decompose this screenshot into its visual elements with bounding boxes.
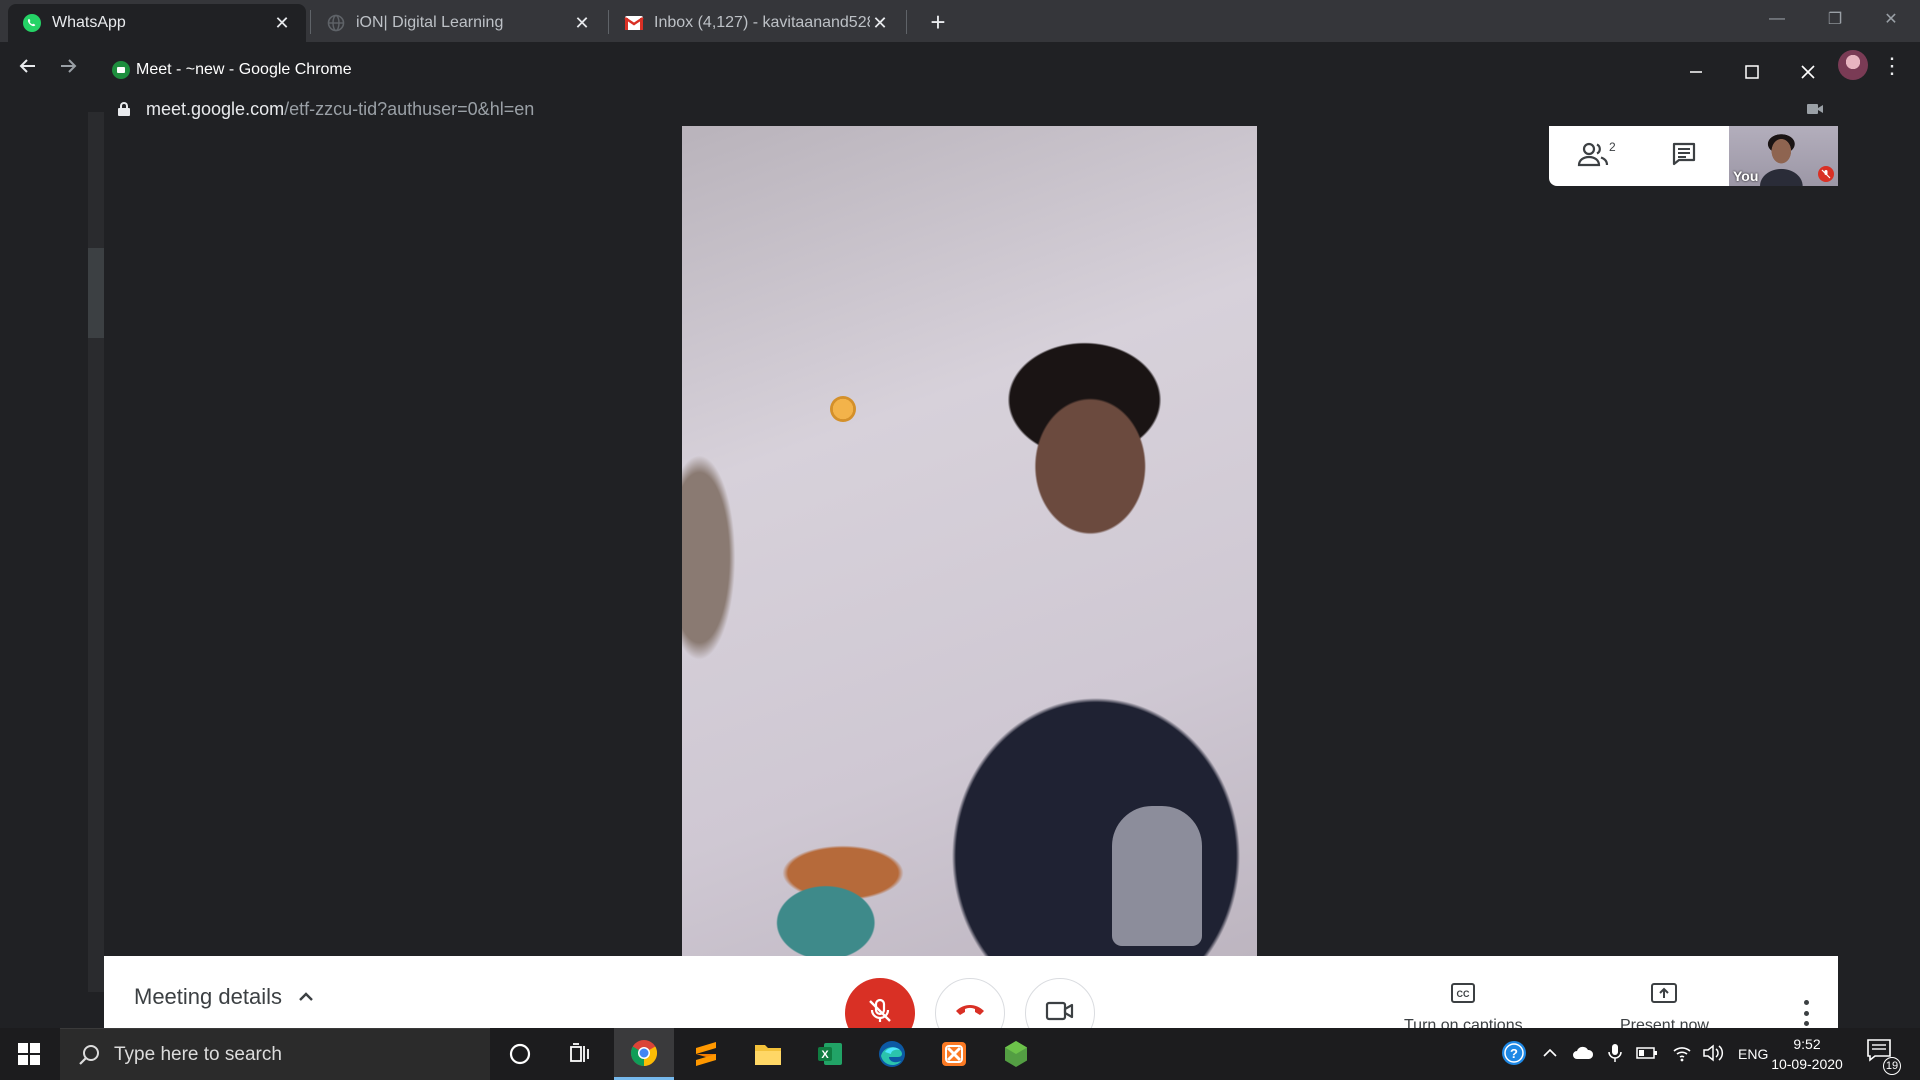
back-arrow-icon[interactable] [12, 50, 44, 82]
browser-menu-icon[interactable]: ⋮ [1880, 50, 1904, 82]
wall-sticker [830, 396, 856, 422]
edge-icon[interactable] [862, 1028, 922, 1080]
file-explorer-icon[interactable] [738, 1028, 798, 1080]
search-icon [78, 1043, 102, 1067]
phone-hangup-icon [954, 1001, 986, 1026]
address-bar[interactable]: meet.google.com/etf-zzcu-tid?authuser=0&… [104, 94, 1838, 126]
windows-start-icon[interactable] [0, 1028, 58, 1080]
restore-icon[interactable]: ❐ [1806, 0, 1864, 38]
svg-text:X: X [821, 1049, 829, 1061]
show-hidden-icons-chevron-icon[interactable] [1542, 1046, 1558, 1062]
participant-video [682, 126, 1257, 956]
popup-titlebar: Meet - ~new - Google Chrome [104, 48, 1838, 94]
browser-tab-strip: WhatsApp ✕ iON| Digital Learning ✕ Inbox… [0, 0, 1920, 42]
tab-title: Inbox (4,127) - kavitaanand528@ [654, 14, 870, 31]
svg-text:CC: CC [1457, 989, 1470, 999]
cloud-icon[interactable] [1572, 1045, 1594, 1064]
meeting-stage: 2 You [104, 126, 1838, 956]
people-button[interactable]: 2 [1549, 126, 1639, 186]
background-page-block [88, 248, 104, 338]
meeting-details-button[interactable]: Meeting details [134, 984, 316, 1010]
cortana-icon[interactable] [490, 1028, 550, 1080]
closed-captions-icon: CC [1450, 982, 1476, 1009]
search-placeholder: Type here to search [114, 1043, 282, 1065]
close-tab-icon[interactable]: ✕ [572, 13, 592, 33]
close-tab-icon[interactable]: ✕ [870, 13, 890, 33]
new-tab-button[interactable]: + [922, 6, 954, 38]
minimize-icon[interactable]: — [1748, 0, 1806, 38]
battery-icon[interactable] [1636, 1046, 1658, 1063]
xampp-icon[interactable] [924, 1028, 984, 1080]
whatsapp-icon [22, 13, 42, 33]
meeting-details-label: Meeting details [134, 984, 282, 1009]
shirt-print [1112, 806, 1202, 946]
task-view-icon[interactable] [550, 1028, 610, 1080]
clock-time: 9:52 [1793, 1036, 1821, 1052]
tab-separator [906, 10, 907, 34]
meet-popup-window: Meet - ~new - Google Chrome meet.google.… [104, 48, 1838, 1048]
google-meet-icon [112, 61, 130, 79]
taskbar-clock[interactable]: 9:52 10-09-2020 [1770, 1034, 1844, 1074]
help-icon[interactable]: ? [1500, 1039, 1528, 1070]
meeting-controls-bar: Meeting details CC Turn on captions Pres… [104, 956, 1838, 1048]
taskbar-search-box[interactable]: Type here to search [60, 1028, 490, 1080]
tab-separator [310, 10, 311, 34]
clock-date: 10-09-2020 [1771, 1056, 1843, 1072]
tab-whatsapp[interactable]: WhatsApp ✕ [8, 4, 306, 42]
tab-gmail-inbox[interactable]: Inbox (4,127) - kavitaanand528@ ✕ [610, 4, 904, 42]
microphone-icon[interactable] [1608, 1043, 1622, 1066]
gmail-icon [624, 13, 644, 33]
excel-icon[interactable]: X [800, 1028, 860, 1080]
nodejs-icon[interactable] [986, 1028, 1046, 1080]
chat-icon [1671, 141, 1697, 172]
svg-text:?: ? [1510, 1046, 1518, 1061]
notification-count-badge: 19 [1883, 1057, 1901, 1075]
chrome-taskbar-icon[interactable] [614, 1028, 674, 1080]
windows-taskbar: Type here to search X ? ENG 9:52 10-09-2… [0, 1028, 1920, 1080]
tab-ion-digital-learning[interactable]: iON| Digital Learning ✕ [312, 4, 606, 42]
popup-title: Meet - ~new - Google Chrome [136, 61, 352, 78]
mic-off-icon [1818, 166, 1834, 182]
forward-arrow-icon[interactable] [52, 50, 84, 82]
url-path: /etf-zzcu-tid?authuser=0&hl=en [284, 99, 535, 119]
self-video-tile[interactable]: You [1729, 126, 1838, 186]
chat-button[interactable] [1639, 126, 1729, 186]
close-window-icon[interactable]: ✕ [1862, 0, 1920, 38]
system-tray: ? ENG [1500, 1028, 1768, 1080]
lock-icon[interactable] [118, 102, 130, 116]
url-host: meet.google.com [146, 99, 285, 119]
chevron-up-icon [296, 987, 316, 1007]
video-camera-icon [1045, 1000, 1075, 1027]
camera-in-use-icon[interactable] [1806, 102, 1824, 116]
popup-close-icon[interactable] [1786, 54, 1830, 90]
people-icon [1577, 141, 1611, 172]
globe-icon [326, 13, 346, 33]
tab-title: iON| Digital Learning [356, 14, 504, 31]
input-language[interactable]: ENG [1738, 1046, 1768, 1062]
sublime-text-icon[interactable] [676, 1028, 736, 1080]
present-screen-icon [1650, 982, 1678, 1009]
url-text[interactable]: meet.google.com/etf-zzcu-tid?authuser=0&… [146, 99, 534, 120]
profile-avatar[interactable] [1838, 50, 1868, 80]
more-options-icon[interactable] [1796, 1000, 1816, 1026]
people-count: 2 [1609, 140, 1616, 154]
background-page-strip [88, 112, 104, 992]
popup-minimize-icon[interactable] [1674, 54, 1718, 90]
close-tab-icon[interactable]: ✕ [272, 13, 292, 33]
tab-separator [608, 10, 609, 34]
tab-title: WhatsApp [52, 14, 126, 31]
mic-off-icon [866, 997, 894, 1030]
volume-icon[interactable] [1702, 1043, 1724, 1065]
wifi-icon[interactable] [1672, 1044, 1692, 1065]
self-label: You [1733, 168, 1759, 184]
popup-maximize-icon[interactable] [1730, 54, 1774, 90]
